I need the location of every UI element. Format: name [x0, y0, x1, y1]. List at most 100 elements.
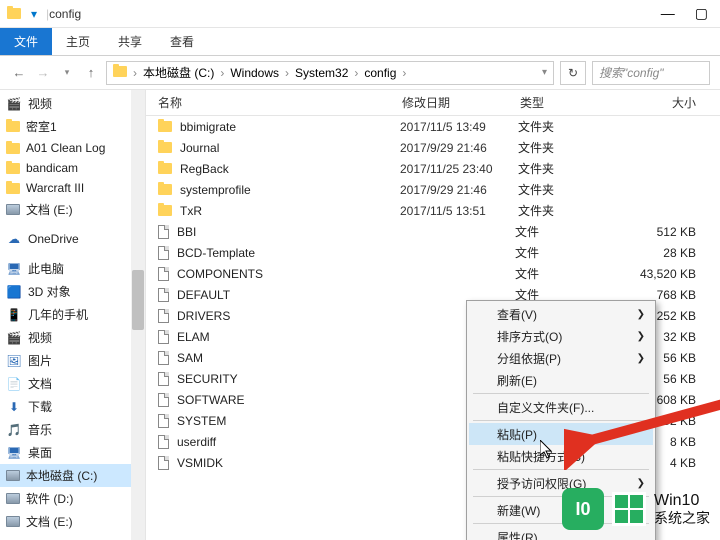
- ribbon-file-tab[interactable]: 文件: [0, 28, 52, 55]
- sidebar-scrollbar[interactable]: [131, 90, 145, 540]
- sidebar-item[interactable]: ⬇下载: [0, 395, 145, 418]
- file-date: 2017/11/25 23:40: [400, 162, 518, 176]
- context-menu-item[interactable]: 粘贴快捷方式(S): [469, 445, 653, 467]
- app-icon: [6, 6, 22, 22]
- file-name: DRIVERS: [177, 309, 397, 323]
- file-name: bbimigrate: [180, 120, 400, 134]
- search-input[interactable]: 搜索"config": [592, 61, 710, 85]
- sidebar-item[interactable]: 📱几年的手机: [0, 303, 145, 326]
- folder-icon: [6, 183, 20, 194]
- sidebar-item[interactable]: bandicam: [0, 158, 145, 178]
- watermark-line2: 系统之家: [654, 510, 710, 526]
- column-headers: 名称 修改日期 类型 大小: [146, 90, 720, 116]
- history-dropdown[interactable]: ▾: [58, 67, 76, 78]
- file-icon: [158, 414, 169, 428]
- file-name: SECURITY: [177, 372, 397, 386]
- sidebar-item-label: 视频: [28, 329, 52, 346]
- context-menu-item[interactable]: 排序方式(O)❯: [469, 325, 653, 347]
- maximize-button[interactable]: ▢: [695, 5, 708, 22]
- sidebar: 🎬视频密室1A01 Clean LogbandicamWarcraft III文…: [0, 90, 146, 540]
- quick-access-icon[interactable]: ▾: [26, 6, 42, 22]
- sidebar-item-label: bandicam: [26, 161, 78, 175]
- file-row[interactable]: systemprofile2017/9/29 21:46文件夹: [146, 179, 720, 200]
- sidebar-item[interactable]: ☁OneDrive: [0, 229, 145, 249]
- address-folder-icon: [113, 66, 127, 80]
- sidebar-item[interactable]: 🎬视频: [0, 92, 145, 115]
- sidebar-item-label: 桌面: [28, 444, 52, 461]
- sidebar-item[interactable]: 文档 (E:): [0, 198, 145, 221]
- breadcrumb[interactable]: 本地磁盘 (C:): [143, 64, 214, 81]
- context-menu-item[interactable]: 粘贴(P): [469, 423, 653, 445]
- breadcrumb[interactable]: Windows: [230, 66, 279, 80]
- file-list-pane: 名称 修改日期 类型 大小 bbimigrate2017/11/5 13:49文…: [146, 90, 720, 540]
- file-row[interactable]: BBI文件512 KB: [146, 221, 720, 242]
- file-icon: [158, 330, 169, 344]
- context-menu-separator: [473, 420, 649, 421]
- sidebar-item[interactable]: 文档 (E:): [0, 510, 145, 533]
- sidebar-item-label: 此电脑: [28, 260, 64, 277]
- file-type: 文件: [515, 244, 595, 261]
- file-name: SYSTEM: [177, 414, 397, 428]
- watermark: I0 Win10 系统之家: [562, 488, 710, 530]
- column-date[interactable]: 修改日期: [402, 94, 520, 111]
- context-menu-item[interactable]: 查看(V)❯: [469, 303, 653, 325]
- folder-icon: [158, 163, 172, 174]
- file-row[interactable]: bbimigrate2017/11/5 13:49文件夹: [146, 116, 720, 137]
- column-name[interactable]: 名称: [158, 94, 402, 111]
- sidebar-item-label: 密室1: [26, 118, 57, 135]
- context-menu-label: 刷新(E): [497, 372, 537, 389]
- file-name: RegBack: [180, 162, 400, 176]
- ribbon-home-tab[interactable]: 主页: [52, 28, 104, 55]
- window-title: config: [49, 7, 81, 21]
- submenu-arrow-icon: ❯: [637, 309, 645, 320]
- context-menu-item[interactable]: 分组依据(P)❯: [469, 347, 653, 369]
- file-row[interactable]: BCD-Template文件28 KB: [146, 242, 720, 263]
- file-name: userdiff: [177, 435, 397, 449]
- file-type: 文件夹: [518, 118, 598, 135]
- file-row[interactable]: TxR2017/11/5 13:51文件夹: [146, 200, 720, 221]
- sidebar-item[interactable]: 📄文档: [0, 372, 145, 395]
- file-name: BBI: [177, 225, 397, 239]
- column-type[interactable]: 类型: [520, 94, 600, 111]
- cloud-icon: ☁: [6, 232, 22, 246]
- forward-button[interactable]: →: [34, 65, 52, 80]
- sidebar-item[interactable]: Warcraft III: [0, 178, 145, 198]
- context-menu-item[interactable]: 自定义文件夹(F)...: [469, 396, 653, 418]
- file-row[interactable]: RegBack2017/11/25 23:40文件夹: [146, 158, 720, 179]
- file-icon: [158, 351, 169, 365]
- sidebar-item-label: 几年的手机: [28, 306, 88, 323]
- ribbon-share-tab[interactable]: 共享: [104, 28, 156, 55]
- breadcrumb[interactable]: System32: [295, 66, 348, 80]
- file-size: 43,520 KB: [595, 267, 720, 281]
- file-icon: [158, 456, 169, 470]
- sidebar-item[interactable]: 本地磁盘 (C:): [0, 464, 145, 487]
- context-menu-item[interactable]: 刷新(E): [469, 369, 653, 391]
- sidebar-item[interactable]: 🖥此电脑: [0, 257, 145, 280]
- up-button[interactable]: ↑: [82, 65, 100, 80]
- minimize-button[interactable]: —: [661, 5, 675, 22]
- sidebar-item[interactable]: A01 Clean Log: [0, 138, 145, 158]
- file-date: 2017/11/5 13:49: [400, 120, 518, 134]
- refresh-button[interactable]: ↻: [560, 61, 586, 85]
- watermark-badge: I0: [562, 488, 604, 530]
- file-name: systemprofile: [180, 183, 400, 197]
- file-date: 2017/11/5 13:51: [400, 204, 518, 218]
- context-menu-label: 分组依据(P): [497, 350, 561, 367]
- sidebar-item[interactable]: 🟦3D 对象: [0, 280, 145, 303]
- sidebar-item[interactable]: 软件 (D:): [0, 487, 145, 510]
- file-row[interactable]: Journal2017/9/29 21:46文件夹: [146, 137, 720, 158]
- sidebar-item[interactable]: 🖥桌面: [0, 441, 145, 464]
- file-icon: [158, 309, 169, 323]
- file-name: Journal: [180, 141, 400, 155]
- column-size[interactable]: 大小: [600, 94, 720, 111]
- file-row[interactable]: COMPONENTS文件43,520 KB: [146, 263, 720, 284]
- back-button[interactable]: ←: [10, 65, 28, 80]
- breadcrumb[interactable]: config: [364, 66, 396, 80]
- sidebar-item[interactable]: 🖼图片: [0, 349, 145, 372]
- address-dropdown-icon[interactable]: ▾: [542, 67, 547, 78]
- address-bar[interactable]: › 本地磁盘 (C:)› Windows› System32› config› …: [106, 61, 554, 85]
- ribbon-view-tab[interactable]: 查看: [156, 28, 208, 55]
- sidebar-item[interactable]: 🎵音乐: [0, 418, 145, 441]
- sidebar-item[interactable]: 🎬视频: [0, 326, 145, 349]
- sidebar-item[interactable]: 密室1: [0, 115, 145, 138]
